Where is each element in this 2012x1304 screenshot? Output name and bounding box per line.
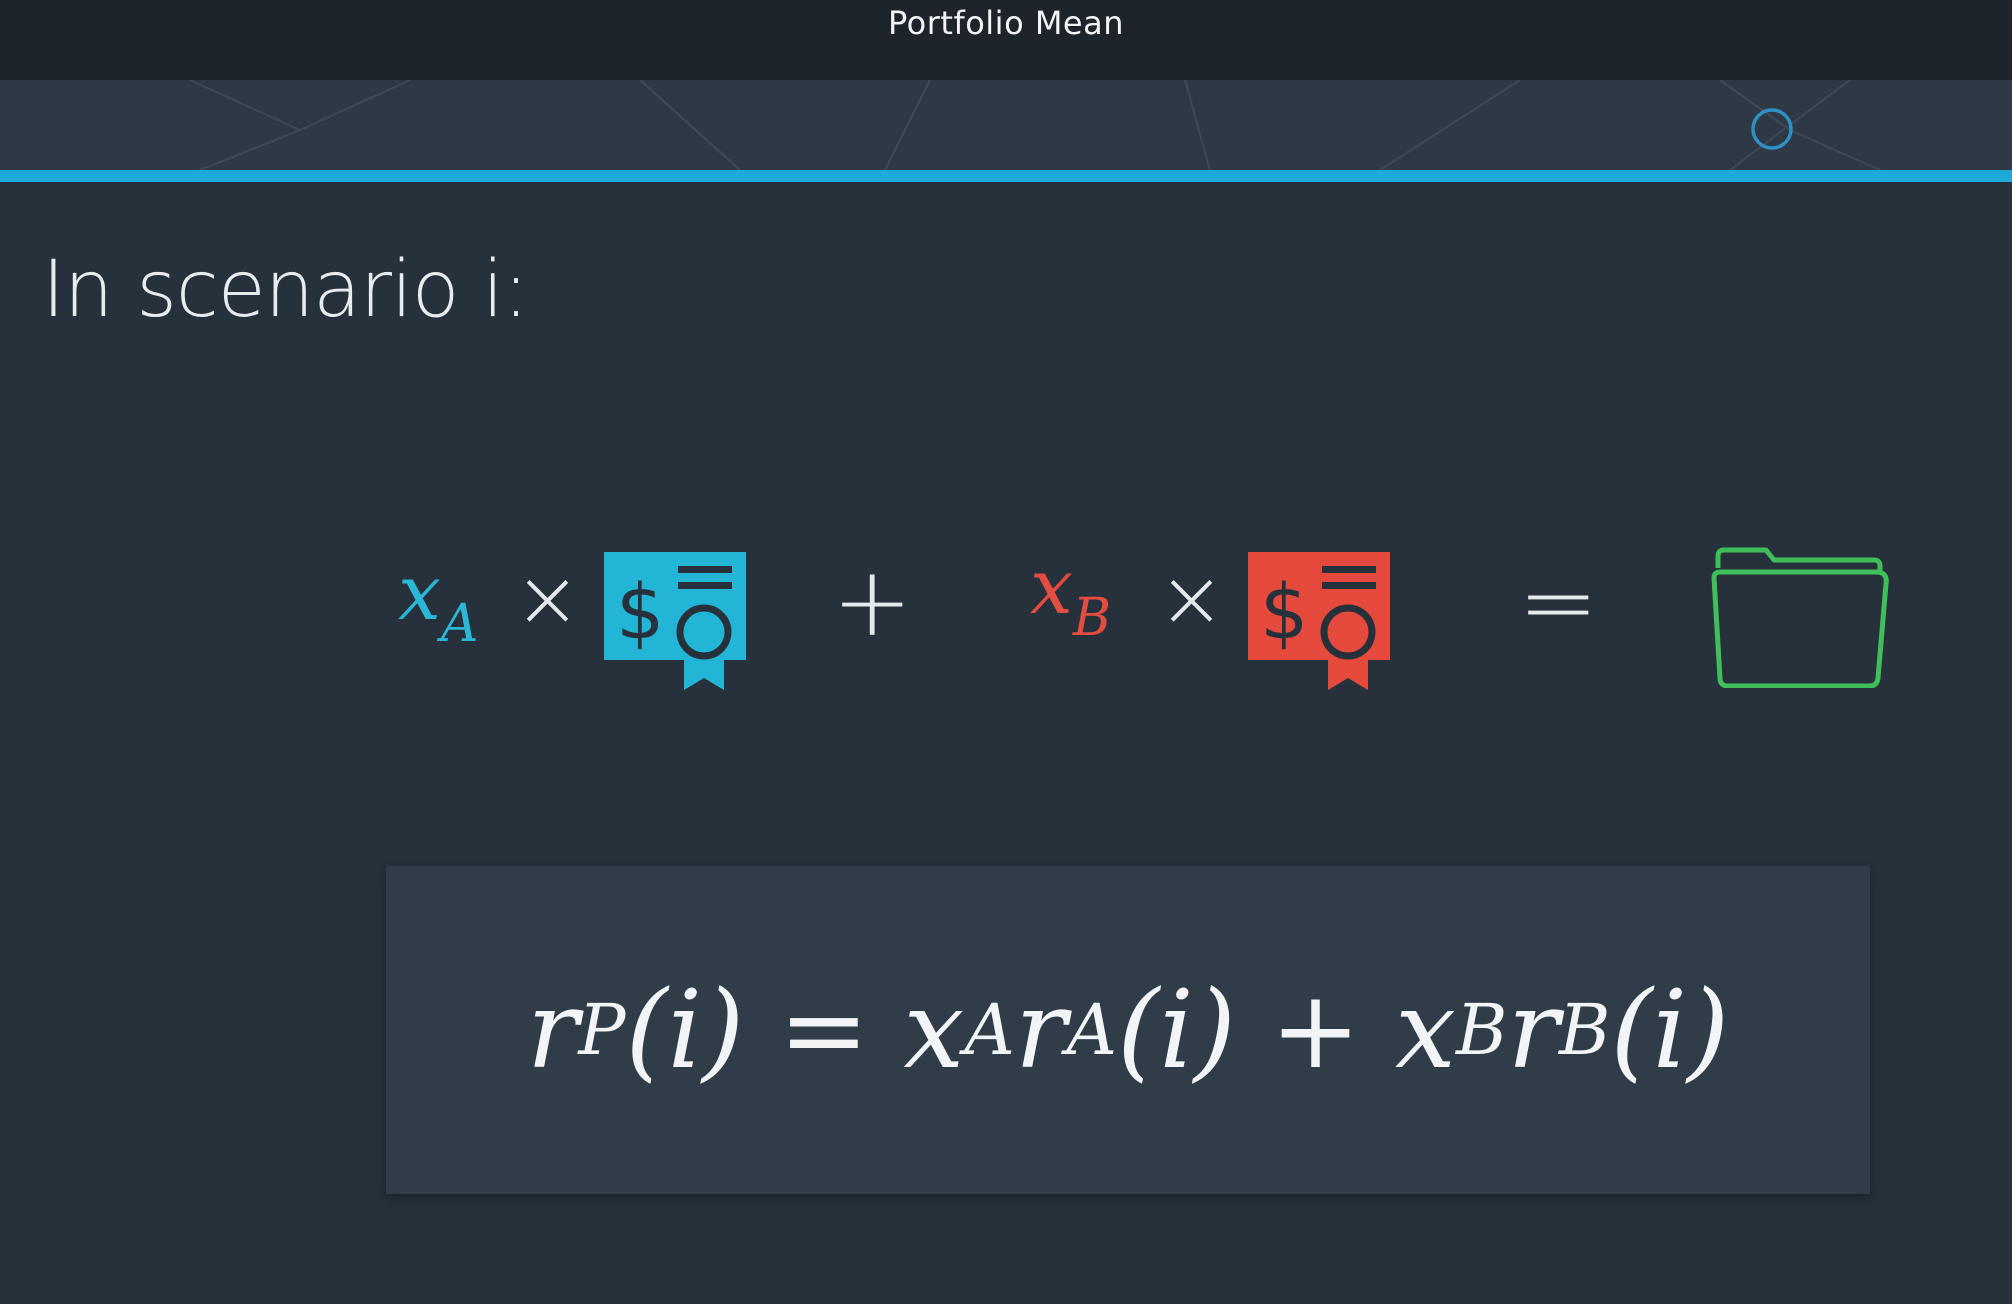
formula-rp: r [526, 967, 579, 1093]
weight-b-var: x [1030, 542, 1073, 631]
formula-part-2: (i) + x [1117, 967, 1456, 1093]
accent-divider [0, 170, 2012, 182]
stock-a-certificate-icon: $ [604, 552, 746, 690]
equals-operator: = [1518, 546, 1599, 658]
svg-text:$: $ [1260, 567, 1308, 656]
weight-b-symbol: xB [1030, 542, 1111, 648]
weight-a-symbol: xA [398, 548, 478, 654]
plus-operator: + [832, 546, 913, 658]
window-title-bar: Portfolio Mean [0, 0, 2012, 80]
svg-text:$: $ [616, 567, 664, 656]
formula-box: r P (i) = x Ar A (i) + x Br B (i) [386, 866, 1870, 1194]
formula-part-1: (i) = x [625, 967, 965, 1093]
formula-rb: r [1507, 967, 1560, 1093]
formula-ra-sub: A [1066, 989, 1118, 1071]
slide-heading: In scenario i: [42, 245, 529, 335]
weight-a-var: x [398, 548, 441, 637]
times-operator-a: × [514, 552, 582, 645]
window-title: Portfolio Mean [888, 4, 1124, 42]
weight-a-sub: A [440, 594, 479, 654]
banner-pattern [189, 80, 1881, 170]
header-banner [0, 80, 2012, 170]
times-operator-b: × [1158, 552, 1226, 645]
formula-rp-sub: P [578, 989, 626, 1071]
formula-part-3: (i) [1610, 967, 1730, 1093]
weight-b-sub: B [1072, 588, 1112, 648]
stock-b-certificate-icon: $ [1248, 552, 1390, 690]
portfolio-folder-icon [1711, 547, 1889, 688]
formula-xb-sub: B [1455, 989, 1508, 1071]
formula-xa-sub: A [964, 989, 1015, 1071]
formula-rb-sub: B [1559, 989, 1611, 1071]
formula-ra: r [1014, 967, 1067, 1093]
portfolio-return-formula: r P (i) = x Ar A (i) + x Br B (i) [386, 866, 1870, 1194]
